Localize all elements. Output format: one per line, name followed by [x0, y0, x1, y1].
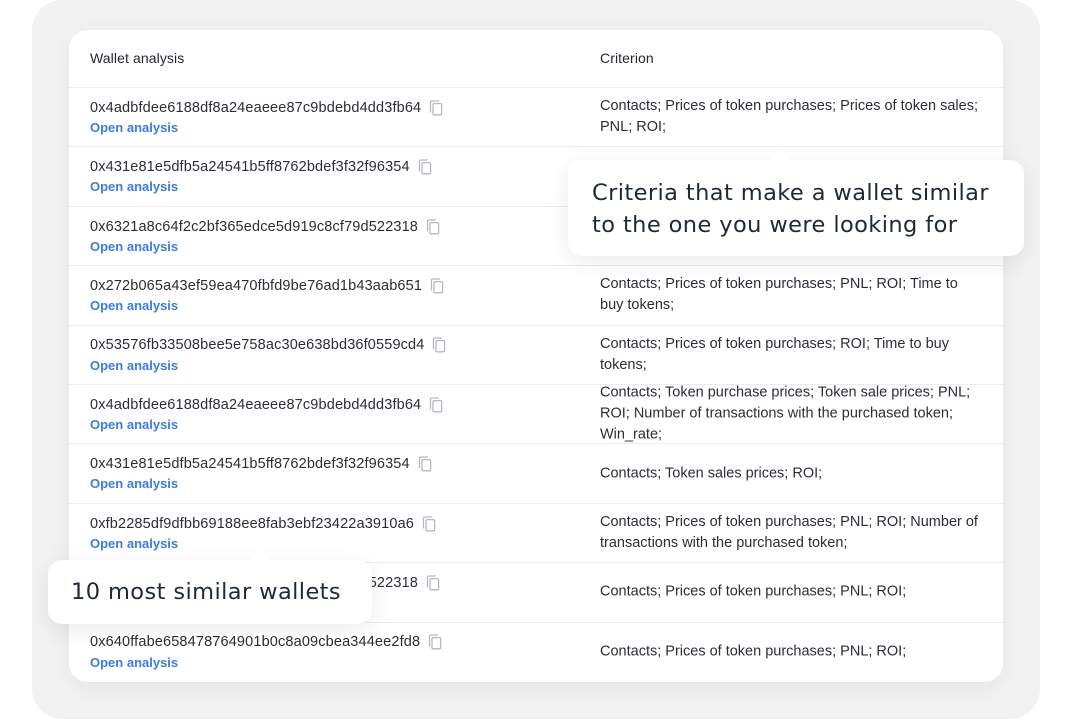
- copy-icon[interactable]: [428, 634, 442, 650]
- criterion-cell: Contacts; Prices of token purchases; PNL…: [600, 276, 958, 314]
- copy-icon[interactable]: [418, 159, 432, 175]
- copy-icon[interactable]: [429, 397, 443, 413]
- open-analysis-link[interactable]: Open analysis: [90, 358, 446, 373]
- table-row: 0x53576fb33508bee5e758ac30e638bd36f0559c…: [69, 326, 1003, 385]
- criterion-cell: Contacts; Prices of token purchases; ROI…: [600, 335, 949, 373]
- table-row: 0xfb2285df9dfbb69188ee8fab3ebf23422a3910…: [69, 504, 1003, 564]
- wallet-cell: 0x4adbfdee6188df8a24eaeee87c9bdebd4dd3fb…: [90, 99, 443, 135]
- open-analysis-link[interactable]: Open analysis: [90, 417, 443, 432]
- copy-icon[interactable]: [422, 515, 436, 532]
- open-analysis-link[interactable]: Open analysis: [90, 239, 440, 254]
- copy-icon[interactable]: [426, 218, 440, 235]
- criterion-cell: Contacts; Token sales prices; ROI;: [600, 465, 823, 482]
- wallet-cell: 0x4adbfdee6188df8a24eaeee87c9bdebd4dd3fb…: [90, 396, 443, 432]
- open-analysis-link[interactable]: Open analysis: [90, 476, 432, 491]
- wallet-cell: 0x53576fb33508bee5e758ac30e638bd36f0559c…: [90, 337, 446, 373]
- tooltip-arrow: [771, 146, 789, 160]
- header-wallet-analysis: Wallet analysis: [90, 50, 185, 66]
- open-analysis-link[interactable]: Open analysis: [90, 655, 442, 670]
- table-row: 0x272b065a43ef59ea470fbfd9be76ad1b43aab6…: [69, 266, 1003, 326]
- wallet-address: 0x53576fb33508bee5e758ac30e638bd36f0559c…: [90, 337, 425, 354]
- criterion-cell: Contacts; Prices of token purchases; PNL…: [600, 583, 907, 600]
- table-header: Wallet analysis Criterion: [69, 30, 1003, 88]
- table-row: 0x640ffabe658478764901b0c8a09cbea344ee2f…: [69, 623, 1003, 682]
- criteria-tooltip: Criteria that make a wallet similar to t…: [568, 146, 1024, 256]
- table-row: 0x4adbfdee6188df8a24eaeee87c9bdebd4dd3fb…: [69, 384, 1003, 445]
- table-row: 0x431e81e5dfb5a24541b5ff8762bdef3f32f963…: [69, 444, 1003, 504]
- copy-icon[interactable]: [418, 456, 432, 472]
- wallet-cell: 0x640ffabe658478764901b0c8a09cbea344ee2f…: [90, 634, 442, 670]
- wallet-cell: 0x431e81e5dfb5a24541b5ff8762bdef3f32f963…: [90, 158, 432, 194]
- criterion-cell: Contacts; Prices of token purchases; PNL…: [600, 513, 978, 551]
- wallet-address: 0x4adbfdee6188df8a24eaeee87c9bdebd4dd3fb…: [90, 396, 422, 413]
- wallet-address: 0x6321a8c64f2c2bf365edce5d919c8cf79d5223…: [90, 218, 419, 235]
- criteria-tooltip-text: Criteria that make a wallet similar to t…: [592, 180, 989, 238]
- open-analysis-link[interactable]: Open analysis: [90, 120, 443, 135]
- wallet-cell: 0x6321a8c64f2c2bf365edce5d919c8cf79d5223…: [90, 218, 440, 254]
- copy-icon[interactable]: [426, 575, 440, 591]
- criterion-cell: Contacts; Prices of token purchases; PNL…: [600, 643, 907, 660]
- wallet-address: 0x431e81e5dfb5a24541b5ff8762bdef3f32f963…: [90, 456, 410, 473]
- table-row: 0x4adbfdee6188df8a24eaeee87c9bdebd4dd3fb…: [69, 88, 1003, 148]
- open-analysis-link[interactable]: Open analysis: [90, 179, 432, 194]
- copy-icon[interactable]: [432, 337, 446, 353]
- wallets-tooltip-text: 10 most similar wallets: [71, 579, 342, 605]
- wallet-address: 0x272b065a43ef59ea470fbfd9be76ad1b43aab6…: [90, 277, 423, 294]
- wallet-address: 0x431e81e5dfb5a24541b5ff8762bdef3f32f963…: [90, 159, 410, 176]
- criterion-cell: Contacts; Token purchase prices; Token s…: [600, 384, 971, 443]
- tooltip-arrow: [251, 546, 269, 560]
- wallets-tooltip: 10 most similar wallets: [48, 546, 372, 624]
- wallet-address: 0x4adbfdee6188df8a24eaeee87c9bdebd4dd3fb…: [90, 99, 422, 116]
- wallet-cell: 0x431e81e5dfb5a24541b5ff8762bdef3f32f963…: [90, 455, 432, 491]
- wallet-cell: 0x272b065a43ef59ea470fbfd9be76ad1b43aab6…: [90, 277, 444, 313]
- criterion-cell: Contacts; Prices of token purchases; Pri…: [600, 98, 978, 136]
- open-analysis-link[interactable]: Open analysis: [90, 298, 444, 313]
- copy-icon[interactable]: [430, 278, 444, 294]
- wallet-address: 0x640ffabe658478764901b0c8a09cbea344ee2f…: [90, 634, 421, 651]
- wallet-address: 0xfb2285df9dfbb69188ee8fab3ebf23422a3910…: [90, 515, 415, 532]
- copy-icon[interactable]: [429, 100, 443, 116]
- header-criterion: Criterion: [600, 50, 654, 66]
